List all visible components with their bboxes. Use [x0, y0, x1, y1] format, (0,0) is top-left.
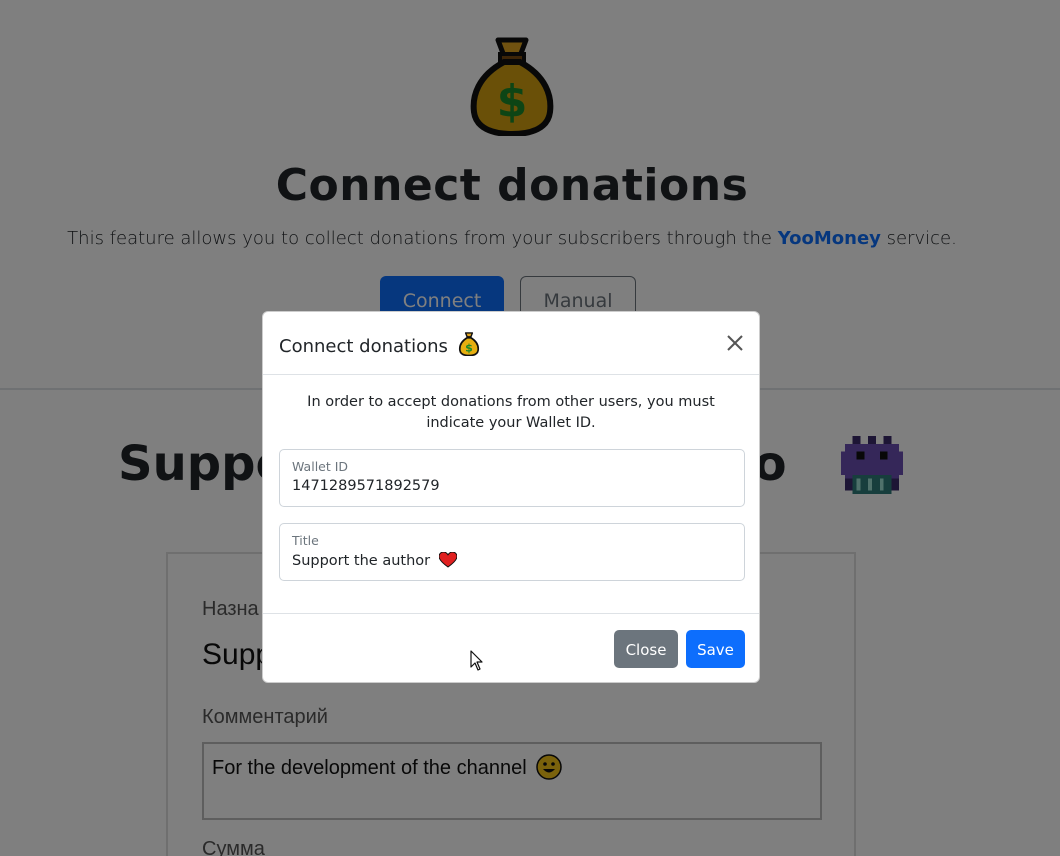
save-button[interactable]: Save	[686, 630, 745, 668]
modal-footer-divider	[263, 613, 759, 614]
mouse-cursor-icon	[470, 650, 483, 671]
title-label: Title	[292, 533, 319, 548]
modal-header: Connect donations $	[263, 312, 759, 375]
wallet-id-label: Wallet ID	[292, 459, 349, 474]
title-input-value: Support the author	[292, 553, 431, 569]
connect-donations-modal: Connect donations $ In order to accept d…	[262, 311, 760, 683]
modal-title-text: Connect donations	[279, 336, 448, 357]
title-field[interactable]: Title Support the author	[279, 523, 745, 581]
title-input[interactable]: Support the author	[292, 552, 732, 569]
modal-instructions: In order to accept donations from other …	[307, 394, 715, 431]
close-button[interactable]: Close	[614, 630, 678, 668]
wallet-id-input[interactable]	[292, 478, 732, 494]
modal-title: Connect donations $	[279, 332, 480, 357]
red-heart-icon	[438, 552, 457, 568]
close-icon[interactable]	[725, 333, 745, 353]
svg-text:$: $	[465, 342, 473, 355]
money-bag-icon: $	[458, 332, 479, 356]
wallet-id-field[interactable]: Wallet ID	[279, 449, 745, 507]
page-root: $ Connect donations This feature allows …	[0, 0, 1060, 856]
